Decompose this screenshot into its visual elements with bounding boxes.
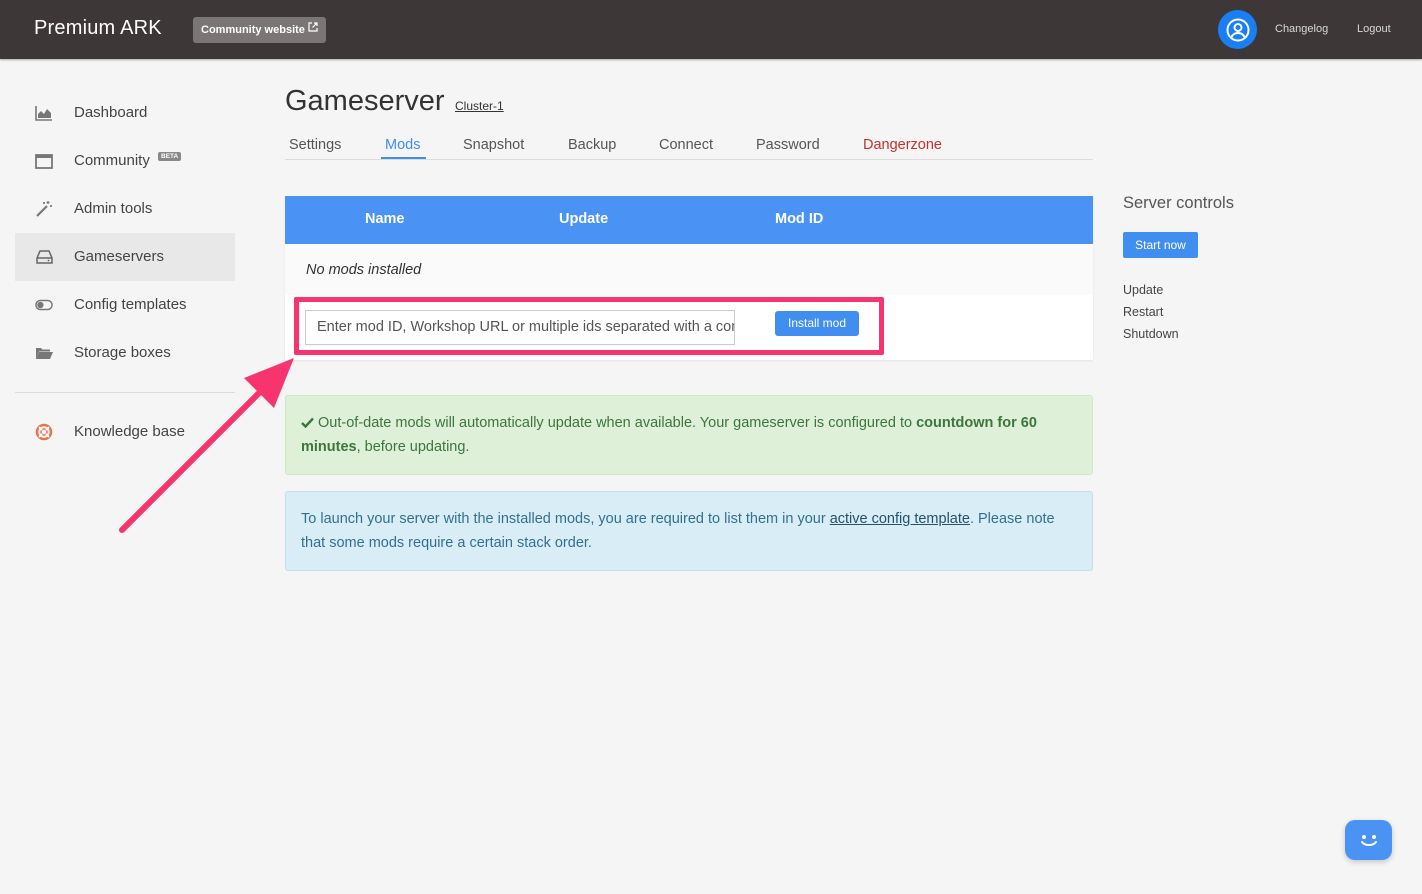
sidebar-item-label: Storage boxes bbox=[74, 344, 171, 361]
beta-badge: BETA bbox=[158, 152, 182, 161]
column-header-mod-id[interactable]: Mod ID bbox=[775, 211, 823, 227]
sidebar-item-gameservers[interactable]: Gameservers bbox=[15, 233, 235, 281]
tab-connect[interactable]: Connect bbox=[659, 137, 713, 153]
empty-state-text: No mods installed bbox=[306, 262, 422, 278]
tab-settings[interactable]: Settings bbox=[289, 137, 341, 153]
life-ring-icon bbox=[35, 423, 53, 441]
toggle-icon bbox=[35, 296, 53, 314]
changelog-link[interactable]: Changelog bbox=[1275, 23, 1328, 35]
column-header-update[interactable]: Update bbox=[559, 211, 608, 227]
cluster-link[interactable]: Cluster-1 bbox=[455, 99, 504, 113]
config-template-alert: To launch your server with the installed… bbox=[285, 491, 1093, 571]
top-navbar: Premium ARK Community website Changelog … bbox=[0, 0, 1422, 59]
magic-wand-icon bbox=[35, 200, 53, 218]
auto-update-alert: Out-of-date mods will automatically upda… bbox=[285, 395, 1093, 475]
annotation-highlight-box bbox=[294, 297, 884, 355]
external-link-icon bbox=[308, 17, 318, 43]
user-avatar-icon[interactable] bbox=[1218, 10, 1257, 49]
tab-dangerzone[interactable]: Dangerzone bbox=[863, 137, 942, 153]
sidebar-item-admin-tools[interactable]: Admin tools bbox=[15, 185, 235, 233]
alert-text: To launch your server with the installed… bbox=[301, 511, 830, 527]
logout-link[interactable]: Logout bbox=[1357, 23, 1391, 35]
folder-open-icon bbox=[35, 344, 53, 362]
sidebar-item-label: Knowledge base bbox=[74, 423, 185, 440]
check-icon bbox=[301, 415, 318, 431]
sidebar-item-label: Config templates bbox=[74, 296, 187, 313]
sidebar-item-knowledge-base[interactable]: Knowledge base bbox=[15, 408, 235, 456]
window-icon bbox=[35, 152, 53, 170]
area-chart-icon bbox=[35, 104, 53, 122]
sidebar-item-label: Admin tools bbox=[74, 200, 153, 217]
sidebar-item-config-templates[interactable]: Config templates bbox=[15, 281, 235, 329]
sidebar-divider bbox=[15, 392, 235, 393]
server-controls-title: Server controls bbox=[1123, 194, 1234, 212]
alert-text-end: , before updating. bbox=[356, 439, 470, 455]
tab-password[interactable]: Password bbox=[756, 137, 820, 153]
community-website-label: Community website bbox=[201, 24, 305, 36]
active-config-template-link[interactable]: active config template bbox=[830, 511, 970, 527]
alert-text: Out-of-date mods will automatically upda… bbox=[318, 415, 917, 431]
tab-backup[interactable]: Backup bbox=[568, 137, 616, 153]
update-server-link[interactable]: Update bbox=[1123, 283, 1163, 297]
community-label-text: Community bbox=[74, 152, 150, 169]
sidebar-item-label: Dashboard bbox=[74, 104, 148, 121]
sidebar-item-label: Community BETA bbox=[74, 152, 182, 169]
tab-bar: Settings Mods Snapshot Backup Connect Pa… bbox=[285, 133, 1093, 160]
tab-mods[interactable]: Mods bbox=[385, 137, 420, 153]
shutdown-server-link[interactable]: Shutdown bbox=[1123, 327, 1179, 341]
sidebar-item-storage-boxes[interactable]: Storage boxes bbox=[15, 329, 235, 377]
start-now-button[interactable]: Start now bbox=[1123, 232, 1198, 258]
active-tab-indicator bbox=[381, 157, 426, 159]
sidebar-item-label: Gameservers bbox=[74, 248, 165, 265]
page-title: Gameserver bbox=[285, 85, 445, 117]
column-header-name[interactable]: Name bbox=[365, 211, 405, 227]
mods-table-header: Name Update Mod ID bbox=[285, 196, 1093, 244]
sidebar-item-community[interactable]: Community BETA bbox=[15, 137, 235, 185]
community-website-button[interactable]: Community website bbox=[193, 17, 326, 43]
restart-server-link[interactable]: Restart bbox=[1123, 305, 1163, 319]
tab-snapshot[interactable]: Snapshot bbox=[463, 137, 524, 153]
sidebar-item-dashboard[interactable]: Dashboard bbox=[15, 89, 235, 137]
brand-logo[interactable]: Premium ARK bbox=[34, 17, 162, 40]
hdd-icon bbox=[35, 248, 53, 266]
chat-widget-icon[interactable] bbox=[1345, 820, 1392, 860]
